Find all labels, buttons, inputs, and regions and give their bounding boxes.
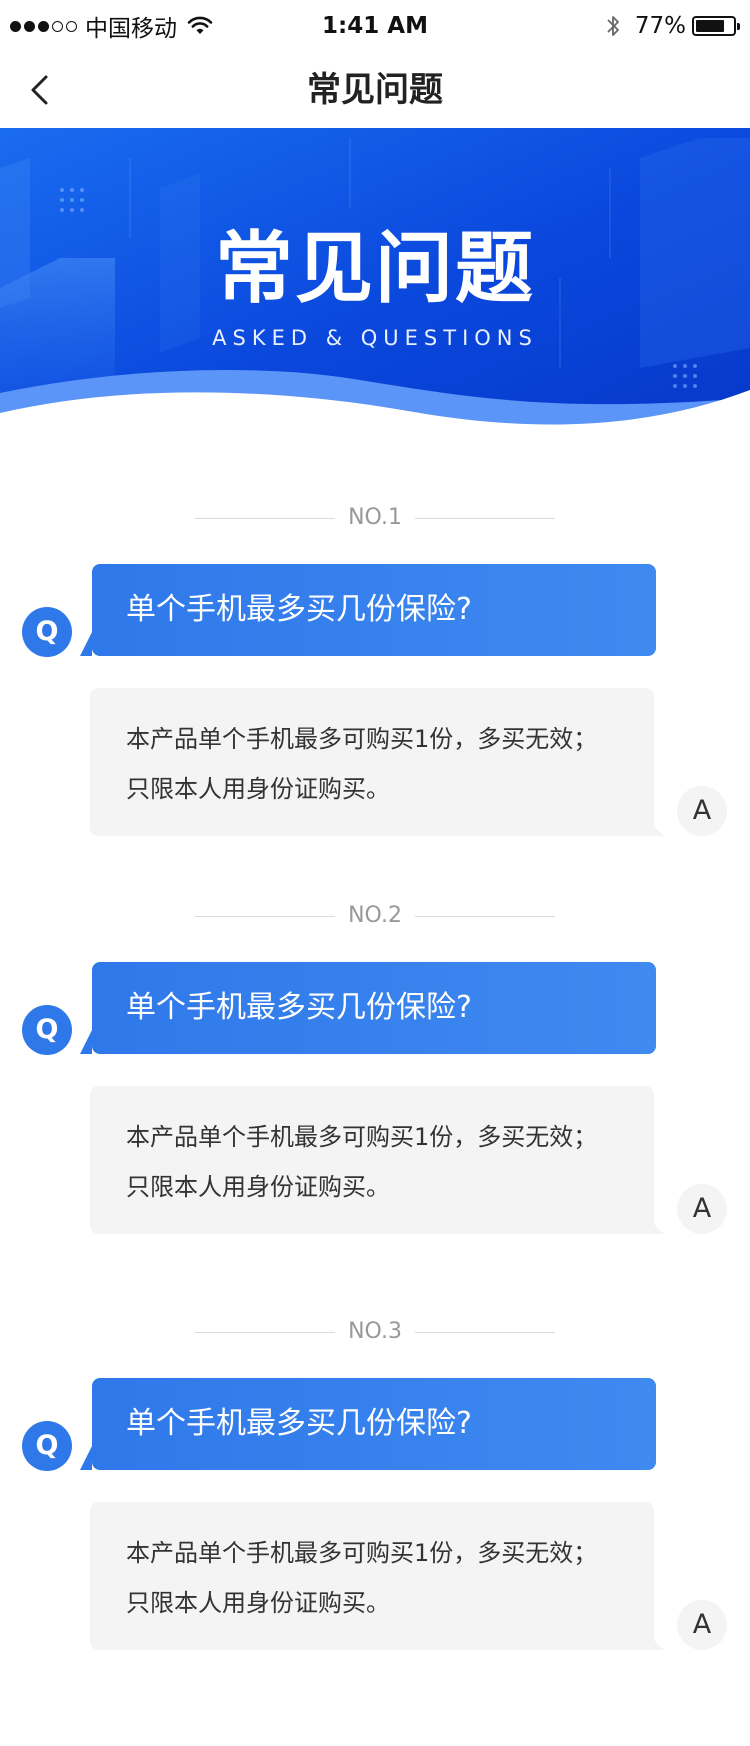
status-right: 77% bbox=[605, 12, 740, 40]
faq-number-divider: NO.3 bbox=[195, 1317, 555, 1347]
answer-bubble: 本产品单个手机最多可购买1份，多买无效； 只限本人用身份证购买。 bbox=[90, 1086, 654, 1234]
question-bubble[interactable]: 单个手机最多买几份保险? bbox=[92, 1378, 656, 1470]
banner-subtitle: ASKED & QUESTIONS bbox=[212, 326, 538, 350]
battery-level bbox=[696, 20, 724, 32]
answer-line: 本产品单个手机最多可购买1份，多买无效； bbox=[126, 1123, 598, 1151]
answer-line: 只限本人用身份证购买。 bbox=[126, 1173, 390, 1201]
status-left: 中国移动 bbox=[10, 12, 213, 42]
answer-line: 本产品单个手机最多可购买1份，多买无效； bbox=[126, 725, 598, 753]
answer-avatar: A bbox=[677, 786, 727, 836]
battery-percent: 77% bbox=[634, 13, 686, 39]
bluetooth-icon bbox=[607, 16, 619, 36]
answer-avatar: A bbox=[677, 1600, 727, 1650]
question-avatar: Q bbox=[22, 1421, 72, 1471]
status-bar: 中国移动 1:41 AM 77% bbox=[0, 0, 750, 52]
question-bubble[interactable]: 单个手机最多买几份保险? bbox=[92, 962, 656, 1054]
faq-number-divider: NO.1 bbox=[195, 503, 555, 533]
answer-line: 本产品单个手机最多可购买1份，多买无效； bbox=[126, 1539, 598, 1567]
chevron-left-icon bbox=[31, 75, 48, 105]
question-bubble[interactable]: 单个手机最多买几份保险? bbox=[92, 564, 656, 656]
answer-text: 本产品单个手机最多可购买1份，多买无效； 只限本人用身份证购买。 bbox=[126, 1528, 626, 1628]
wifi-icon bbox=[187, 16, 213, 34]
question-avatar: Q bbox=[22, 607, 72, 657]
faq-item: NO.1 单个手机最多买几份保险? Q 本产品单个手机最多可购买1份，多买无效；… bbox=[0, 500, 750, 840]
question-text: 单个手机最多买几份保险? bbox=[126, 1406, 472, 1441]
answer-avatar: A bbox=[677, 1184, 727, 1234]
signal-icon bbox=[10, 20, 77, 32]
back-button[interactable] bbox=[12, 62, 68, 118]
banner: 常见问题 ASKED & QUESTIONS bbox=[0, 128, 750, 450]
answer-line: 只限本人用身份证购买。 bbox=[126, 775, 390, 803]
answer-bubble: 本产品单个手机最多可购买1份，多买无效； 只限本人用身份证购买。 bbox=[90, 688, 654, 836]
battery-icon bbox=[692, 16, 740, 36]
nav-bar: 常见问题 bbox=[0, 52, 750, 128]
answer-text: 本产品单个手机最多可购买1份，多买无效； 只限本人用身份证购买。 bbox=[126, 714, 626, 814]
answer-line: 只限本人用身份证购买。 bbox=[126, 1589, 390, 1617]
faq-number-divider: NO.2 bbox=[195, 901, 555, 931]
question-text: 单个手机最多买几份保险? bbox=[126, 990, 472, 1025]
banner-title: 常见问题 bbox=[214, 223, 535, 314]
faq-item: NO.3 单个手机最多买几份保险? Q 本产品单个手机最多可购买1份，多买无效；… bbox=[0, 1314, 750, 1654]
question-avatar: Q bbox=[22, 1005, 72, 1055]
answer-bubble: 本产品单个手机最多可购买1份，多买无效； 只限本人用身份证购买。 bbox=[90, 1502, 654, 1650]
page-title: 常见问题 bbox=[307, 70, 443, 110]
carrier-name: 中国移动 bbox=[85, 16, 177, 42]
question-text: 单个手机最多买几份保险? bbox=[126, 592, 472, 627]
faq-item: NO.2 单个手机最多买几份保险? Q 本产品单个手机最多可购买1份，多买无效；… bbox=[0, 898, 750, 1238]
answer-text: 本产品单个手机最多可购买1份，多买无效； 只限本人用身份证购买。 bbox=[126, 1112, 626, 1212]
